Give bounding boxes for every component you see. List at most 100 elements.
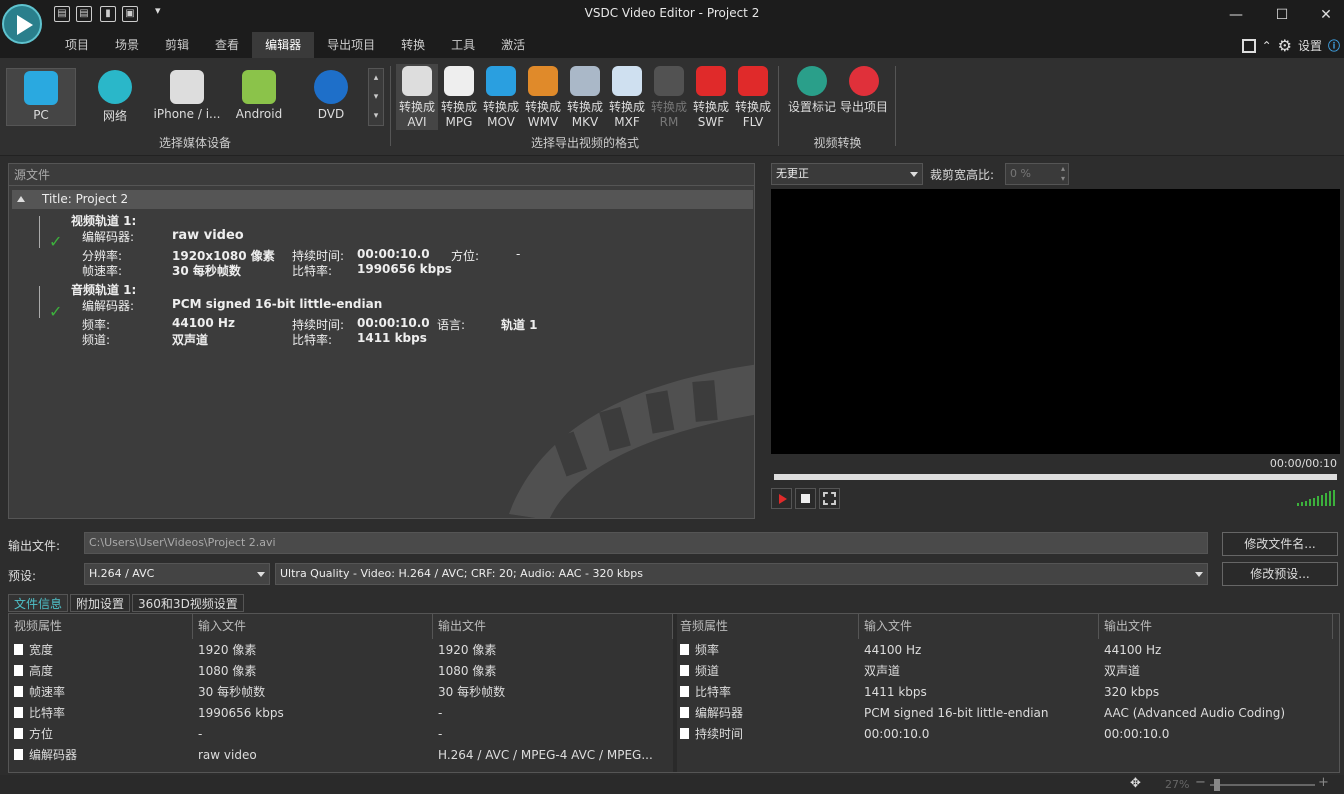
property-cell: 44100 Hz	[1104, 640, 1330, 661]
correction-select[interactable]: 无更正	[771, 163, 923, 185]
output-file-input[interactable]: C:\Users\User\Videos\Project 2.avi	[84, 532, 1208, 554]
convert-format-button[interactable]: 转换成 MXF	[606, 64, 648, 130]
convert-format-button[interactable]: 转换成 AVI	[396, 64, 438, 130]
flash-icon	[696, 66, 726, 96]
zoom-out-icon[interactable]: −	[1195, 775, 1206, 790]
property-text: 方位	[29, 727, 54, 741]
ribbon-separator	[390, 66, 391, 146]
stop-button[interactable]	[795, 488, 816, 509]
zoom-in-icon[interactable]: +	[1318, 775, 1329, 790]
audio-chan-label: 频道:	[82, 333, 111, 347]
source-title-row[interactable]: Title: Project 2	[12, 190, 753, 209]
menu-tab[interactable]: 项目	[52, 32, 102, 58]
property-text: 1080 像素	[438, 664, 497, 678]
convert-format-button[interactable]: 转换成 MOV	[480, 64, 522, 130]
zoom-slider[interactable]	[1210, 784, 1315, 786]
preview-screen[interactable]	[771, 189, 1340, 454]
maximize-button[interactable]: ☐	[1260, 2, 1304, 28]
column-header[interactable]: 视频属性	[9, 614, 193, 639]
property-text: 持续时间	[695, 727, 744, 741]
menu-tab[interactable]: 编辑器	[252, 32, 315, 58]
move-icon[interactable]: ✥	[1130, 776, 1141, 791]
volume-icon[interactable]	[1297, 490, 1337, 506]
video-orient-value: -	[516, 247, 521, 261]
convert-format-button[interactable]: 转换成 MPG	[438, 64, 480, 130]
document-icon	[14, 686, 23, 697]
window-title: VSDC Video Editor - Project 2	[584, 6, 760, 20]
video-codec-label: 编解码器:	[82, 230, 135, 244]
menu-tab[interactable]: 工具	[438, 32, 488, 58]
column-header[interactable]: 音频属性	[675, 614, 859, 639]
close-button[interactable]: ✕	[1304, 2, 1344, 28]
column-header[interactable]: 输出文件	[433, 614, 673, 639]
crop-value: 0 %	[1010, 167, 1031, 180]
action-label: 设置标记	[787, 100, 836, 114]
device-button[interactable]: Android	[224, 68, 294, 126]
zoom-slider-handle[interactable]	[1214, 779, 1220, 791]
document-icon	[680, 644, 689, 655]
edit-preset-button[interactable]: 修改预设...	[1222, 562, 1338, 586]
property-text: 宽度	[29, 643, 54, 657]
format-top-label: 转换成	[524, 100, 561, 114]
properties-panel: 视频属性 输入文件 输出文件 宽度 1920 像素 1920 像素 高度 1080 像素 108…	[8, 613, 1340, 773]
property-text: 44100 Hz	[1104, 643, 1162, 657]
info-tab[interactable]: 360和3D视频设置	[132, 594, 244, 612]
info-tab[interactable]: 附加设置	[70, 594, 131, 612]
menu-tab[interactable]: 导出项目	[314, 32, 388, 58]
convert-format-button[interactable]: 转换成 RM	[648, 64, 690, 130]
info-tab[interactable]: 文件信息	[8, 594, 69, 612]
film-reel-icon	[402, 66, 432, 96]
device-button[interactable]: PC	[6, 68, 76, 126]
scroll-up-icon[interactable]: ▴	[369, 69, 383, 88]
action-group-label: 视频转换	[813, 136, 862, 150]
scroll-down-icon[interactable]: ▾	[369, 88, 383, 107]
menu-tab[interactable]: 查看	[202, 32, 252, 58]
menu-tab[interactable]: 场景	[102, 32, 152, 58]
layout-icon[interactable]	[1241, 38, 1256, 53]
rename-file-button[interactable]: 修改文件名...	[1222, 532, 1338, 556]
fullscreen-button[interactable]	[819, 488, 840, 509]
info-tabs: 文件信息 附加设置 360和3D视频设置	[8, 594, 246, 612]
gear-icon[interactable]: ⚙	[1278, 36, 1292, 55]
play-button[interactable]	[771, 488, 792, 509]
codec-select[interactable]: H.264 / AVC	[84, 563, 270, 585]
menu-tab[interactable]: 剪辑	[152, 32, 202, 58]
document-icon	[680, 665, 689, 676]
collapse-icon[interactable]	[17, 196, 25, 202]
property-text: 编解码器	[29, 748, 78, 762]
settings-area: ⌃ ⚙ 设置 ⓘ	[1241, 36, 1340, 55]
convert-format-button[interactable]: 转换成 WMV	[522, 64, 564, 130]
format-top-label: 转换成	[650, 100, 687, 114]
property-text: -	[438, 727, 443, 741]
expand-icon[interactable]: ▾	[369, 107, 383, 125]
info-icon[interactable]: ⓘ	[1328, 37, 1340, 54]
spinner-icon[interactable]: ▴ ▾	[1061, 164, 1065, 184]
preset-select[interactable]: Ultra Quality - Video: H.264 / AVC; CRF:…	[275, 563, 1208, 585]
convert-format-button[interactable]: 转换成 MKV	[564, 64, 606, 130]
android-icon	[242, 70, 276, 104]
settings-label[interactable]: 设置	[1298, 37, 1322, 54]
device-scroll[interactable]: ▴ ▾ ▾	[368, 68, 384, 126]
format-top-label: 转换成	[734, 100, 771, 114]
convert-format-button[interactable]: 转换成 SWF	[690, 64, 732, 130]
device-button[interactable]: iPhone / i...	[152, 68, 222, 126]
audio-codec-value: PCM signed 16-bit little-endian	[172, 297, 383, 311]
device-button[interactable]: DVD	[296, 68, 366, 126]
menu-tab[interactable]: 转换	[388, 32, 438, 58]
property-cell: -	[438, 724, 670, 745]
crop-input[interactable]: 0 % ▴ ▾	[1005, 163, 1069, 185]
collapse-ribbon-icon[interactable]: ⌃	[1262, 39, 1272, 53]
column-header[interactable]: 输入文件	[193, 614, 433, 639]
convert-format-button[interactable]: 转换成 FLV	[732, 64, 774, 130]
property-cell: 双声道	[864, 661, 1096, 682]
menu-tab[interactable]: 激活	[488, 32, 538, 58]
column-header[interactable]: 输入文件	[859, 614, 1099, 639]
column-header[interactable]: 输出文件	[1099, 614, 1333, 639]
seek-bar[interactable]	[774, 474, 1337, 480]
audio-bitrate-value: 1411 kbps	[357, 331, 427, 345]
device-button[interactable]: 网络	[80, 68, 150, 126]
action-button[interactable]: 设置标记	[786, 64, 838, 130]
action-button[interactable]: 导出项目	[838, 64, 890, 130]
minimize-button[interactable]: —	[1214, 2, 1258, 28]
audio-codec-label: 编解码器:	[82, 299, 135, 313]
